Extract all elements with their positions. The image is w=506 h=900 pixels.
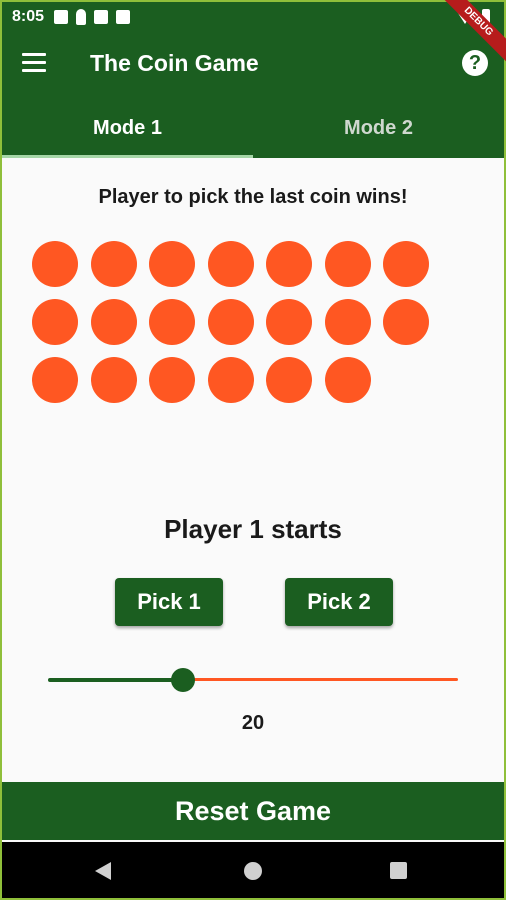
coin xyxy=(32,241,78,287)
coin xyxy=(32,357,78,403)
system-nav-bar xyxy=(0,842,506,900)
game-instruction: Player to pick the last coin wins! xyxy=(98,186,408,208)
home-icon[interactable] xyxy=(244,862,262,880)
pick-1-button[interactable]: Pick 1 xyxy=(115,578,223,626)
help-icon[interactable]: ? xyxy=(462,50,488,76)
coin xyxy=(324,241,371,287)
back-icon[interactable] xyxy=(95,862,111,880)
mail-icon xyxy=(54,10,69,24)
pick-2-button[interactable]: Pick 2 xyxy=(285,578,393,626)
turn-status: Player 1 starts xyxy=(164,514,342,544)
coin xyxy=(149,357,195,403)
coin xyxy=(207,357,254,403)
status-notification-icons xyxy=(54,9,131,25)
coin xyxy=(207,299,254,345)
coin xyxy=(149,241,195,287)
coin xyxy=(90,357,137,403)
slider-thumb[interactable] xyxy=(171,668,195,692)
coin xyxy=(32,299,78,345)
tab-mode-2[interactable]: Mode 2 xyxy=(253,98,504,158)
slider-value: 20 xyxy=(241,712,265,734)
coin xyxy=(266,299,312,345)
coin xyxy=(149,299,195,345)
menu-icon[interactable] xyxy=(22,53,46,73)
coin xyxy=(324,299,371,345)
reset-game-button[interactable]: Reset Game xyxy=(2,782,504,840)
calendar-icon xyxy=(94,10,109,24)
app-bar: The Coin Game ? xyxy=(2,32,504,98)
person-icon xyxy=(76,9,87,25)
sim-icon xyxy=(116,10,131,24)
status-time: 8:05 xyxy=(12,8,45,25)
coin xyxy=(207,241,254,287)
status-bar: 8:05 xyxy=(2,2,504,32)
slider-active-track xyxy=(48,678,183,682)
coin xyxy=(324,357,371,403)
tab-mode-1[interactable]: Mode 1 xyxy=(2,98,253,158)
coin xyxy=(90,299,137,345)
coin xyxy=(90,241,137,287)
app-title: The Coin Game xyxy=(90,50,259,76)
mode-tabs: Mode 1 Mode 2 xyxy=(2,98,504,158)
slider-inactive-track xyxy=(183,678,458,681)
coin xyxy=(266,357,312,403)
coin-count-slider[interactable] xyxy=(48,662,458,698)
coin xyxy=(266,241,312,287)
recents-icon[interactable] xyxy=(390,862,407,879)
coin xyxy=(383,241,429,287)
coin xyxy=(383,299,429,345)
coin-grid xyxy=(32,241,452,403)
